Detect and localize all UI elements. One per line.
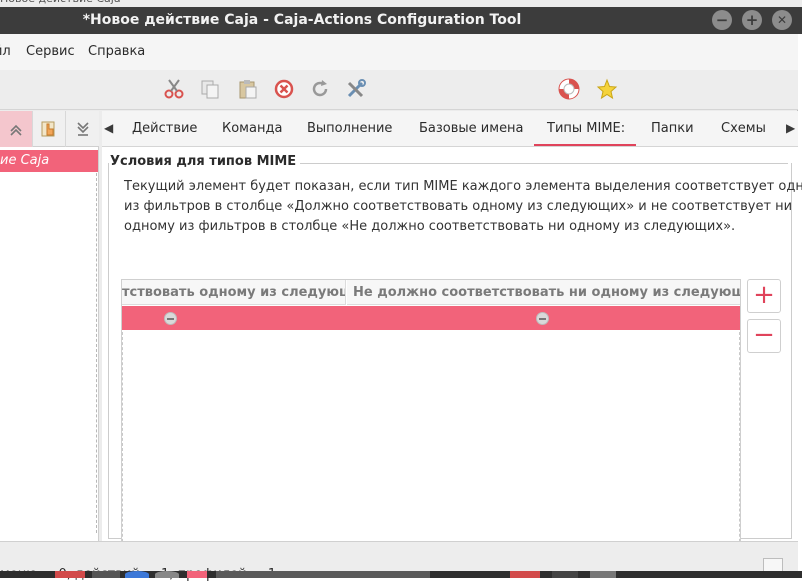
help-lifebuoy-icon[interactable] bbox=[557, 77, 581, 101]
cell-must-match[interactable] bbox=[122, 306, 346, 330]
delete-icon[interactable] bbox=[272, 77, 296, 101]
tab-basenames[interactable]: Базовые имена bbox=[419, 121, 524, 136]
menubar: айл Сервис Справка bbox=[0, 34, 798, 70]
move-down-icon[interactable] bbox=[66, 111, 99, 147]
menu-file[interactable]: айл bbox=[0, 44, 11, 59]
cut-icon[interactable] bbox=[162, 77, 186, 101]
mime-description: Текущий элемент будет показан, если тип … bbox=[124, 177, 802, 237]
reload-icon[interactable] bbox=[308, 77, 332, 101]
minimize-button[interactable]: − bbox=[712, 10, 732, 30]
tab-mimetypes[interactable]: Типы MIME: bbox=[547, 121, 625, 136]
tab-execution[interactable]: Выполнение bbox=[307, 121, 392, 136]
radio-unset-icon[interactable] bbox=[536, 312, 549, 325]
titlebar: *Новое действие Caja - Caja-Actions Conf… bbox=[0, 7, 802, 34]
taskbar-app-icon[interactable] bbox=[125, 571, 149, 578]
actions-tree-panel: ие Caja bbox=[0, 111, 99, 541]
taskbar-tray-icon[interactable] bbox=[510, 571, 540, 578]
taskbar bbox=[0, 571, 802, 578]
tab-scroll-left-icon[interactable]: ◀ bbox=[104, 121, 113, 135]
tab-folders[interactable]: Папки bbox=[651, 121, 694, 136]
remove-filter-button[interactable]: − bbox=[747, 319, 781, 353]
main-window: айл Сервис Справка bbox=[0, 34, 802, 582]
taskbar-tray-icon[interactable] bbox=[590, 571, 616, 578]
editor-tabs: ◀ Действие Команда Выполнение Базовые им… bbox=[102, 111, 798, 147]
menu-service[interactable]: Сервис bbox=[26, 44, 75, 59]
column-must-match[interactable]: тствовать одному из следующих bbox=[122, 280, 346, 305]
mime-group-line bbox=[288, 163, 788, 164]
maximize-button[interactable]: + bbox=[742, 10, 762, 30]
hand-pointer-icon[interactable] bbox=[33, 111, 66, 147]
list-empty-area bbox=[122, 332, 740, 562]
close-button[interactable]: ✕ bbox=[772, 10, 792, 30]
taskbar-app-icon[interactable] bbox=[92, 571, 120, 578]
window-title: *Новое действие Caja - Caja-Actions Conf… bbox=[82, 12, 522, 28]
tab-action[interactable]: Действие bbox=[132, 121, 197, 136]
top-edge-strip: Новое действие Caja bbox=[0, 0, 802, 7]
tab-command[interactable]: Команда bbox=[222, 121, 282, 136]
radio-unset-icon[interactable] bbox=[164, 312, 177, 325]
description-line-3: одному из фильтров в столбце «Не должно … bbox=[124, 219, 736, 234]
editor-panel: ◀ Действие Команда Выполнение Базовые им… bbox=[102, 111, 802, 567]
menu-help[interactable]: Справка bbox=[88, 44, 145, 59]
add-filter-button[interactable]: + bbox=[747, 279, 781, 313]
paste-icon[interactable] bbox=[236, 77, 260, 101]
taskbar-app-icon[interactable] bbox=[155, 571, 179, 578]
taskbar-tray-icon[interactable] bbox=[552, 571, 578, 578]
mime-page: Условия для типов MIME Текущий элемент б… bbox=[102, 147, 802, 567]
tree-item-selected[interactable]: ие Caja bbox=[0, 150, 98, 172]
copy-icon[interactable] bbox=[198, 77, 222, 101]
toolbar bbox=[0, 70, 798, 110]
taskbar-app-icon[interactable] bbox=[55, 571, 85, 578]
mime-filter-list[interactable]: тствовать одному из следующих Не должно … bbox=[121, 279, 741, 567]
tree-toolbar bbox=[0, 111, 99, 147]
description-line-2: из фильтров в столбце «Должно соответств… bbox=[124, 199, 793, 214]
mime-group-title: Условия для типов MIME bbox=[110, 154, 301, 169]
description-line-1: Текущий элемент будет показан, если тип … bbox=[124, 179, 802, 194]
move-up-icon[interactable] bbox=[0, 111, 33, 147]
tab-scroll-right-icon[interactable]: ▶ bbox=[786, 121, 795, 135]
column-must-not-match[interactable]: Не должно соответствовать ни одному из с… bbox=[347, 280, 740, 305]
cell-must-not-match[interactable] bbox=[347, 306, 740, 330]
taskbar-app-icon[interactable] bbox=[187, 571, 207, 578]
tab-schemes[interactable]: Схемы bbox=[721, 121, 766, 136]
tree-guide-line bbox=[96, 173, 97, 533]
star-icon[interactable] bbox=[595, 77, 619, 101]
taskbar-window-button[interactable] bbox=[216, 571, 430, 578]
active-tab-indicator bbox=[534, 144, 636, 146]
tools-icon[interactable] bbox=[344, 77, 368, 101]
table-row[interactable] bbox=[122, 306, 740, 330]
